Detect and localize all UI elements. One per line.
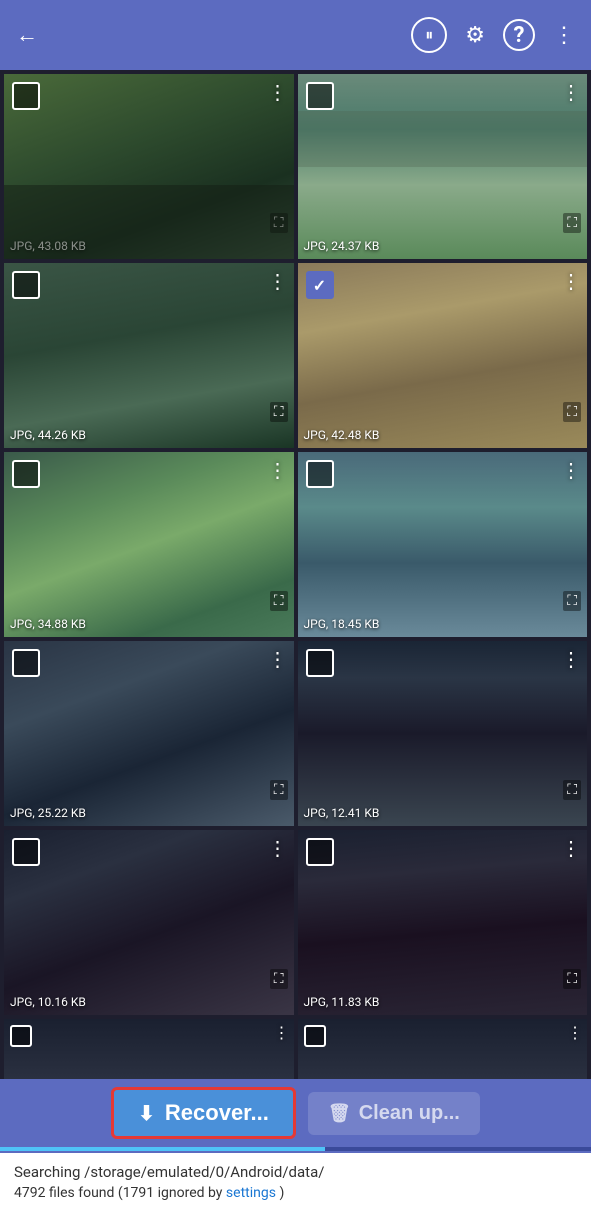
photo-cell-10: ⋮ ⛶ JPG, 11.83 KB: [298, 830, 588, 1015]
partial-cell-left: ⋮: [4, 1019, 294, 1079]
recover-icon: ⬇: [138, 1101, 155, 1126]
more-btn-1[interactable]: ⋮: [268, 80, 288, 104]
photo-cell-7: ⋮ ⛶ JPG, 25.22 KB: [4, 641, 294, 826]
more-btn-10[interactable]: ⋮: [561, 836, 581, 860]
more-btn-4[interactable]: ⋮: [561, 269, 581, 293]
expand-btn-1[interactable]: ⛶: [270, 213, 288, 233]
file-info-8: JPG, 12.41 KB: [304, 806, 380, 820]
photo-cell-9: ⋮ ⛶ JPG, 10.16 KB: [4, 830, 294, 1015]
more-btn-3[interactable]: ⋮: [268, 269, 288, 293]
checkbox-10[interactable]: [306, 838, 334, 866]
settings-button[interactable]: ⚙: [465, 23, 485, 48]
files-found-text: 4792 files found (1791 ignored by: [14, 1185, 222, 1201]
more-btn-partial-left[interactable]: ⋮: [274, 1023, 290, 1042]
pause-button[interactable]: ⏸: [411, 17, 447, 53]
progress-bar: [0, 1147, 591, 1151]
more-btn-9[interactable]: ⋮: [268, 836, 288, 860]
action-bar: ⬇ Recover... 🗑 Clean up...: [0, 1079, 591, 1147]
status-search-path: Searching /storage/emulated/0/Android/da…: [14, 1163, 577, 1181]
recover-button[interactable]: ⬇ Recover...: [111, 1087, 296, 1139]
checkbox-4[interactable]: [306, 271, 334, 299]
file-info-10: JPG, 11.83 KB: [304, 995, 380, 1009]
expand-btn-7[interactable]: ⛶: [270, 780, 288, 800]
photo-cell-6: ⋮ ⛶ JPG, 18.45 KB: [298, 452, 588, 637]
file-info-4: JPG, 42.48 KB: [304, 428, 380, 442]
expand-btn-9[interactable]: ⛶: [270, 969, 288, 989]
checkbox-partial-left[interactable]: [10, 1025, 32, 1047]
expand-btn-4[interactable]: ⛶: [563, 402, 581, 422]
expand-btn-3[interactable]: ⛶: [270, 402, 288, 422]
more-btn-8[interactable]: ⋮: [561, 647, 581, 671]
checkbox-partial-right[interactable]: [304, 1025, 326, 1047]
checkbox-7[interactable]: [12, 649, 40, 677]
expand-btn-8[interactable]: ⛶: [563, 780, 581, 800]
partial-cell-right: ⋮: [298, 1019, 588, 1079]
checkbox-3[interactable]: [12, 271, 40, 299]
more-btn-6[interactable]: ⋮: [561, 458, 581, 482]
expand-btn-10[interactable]: ⛶: [563, 969, 581, 989]
status-files-found: 4792 files found (1791 ignored by settin…: [14, 1185, 577, 1201]
files-suffix: ): [279, 1185, 284, 1201]
file-info-7: JPG, 25.22 KB: [10, 806, 86, 820]
more-btn-partial-right[interactable]: ⋮: [567, 1023, 583, 1042]
file-info-6: JPG, 18.45 KB: [304, 617, 380, 631]
checkbox-6[interactable]: [306, 460, 334, 488]
photo-grid: ⋮ ⛶ JPG, 43.08 KB ⋮ ⛶ JPG, 24.37 KB ⋮ ⛶ …: [0, 70, 591, 1019]
more-options-button[interactable]: ⋮: [553, 23, 575, 48]
status-bar: Searching /storage/emulated/0/Android/da…: [0, 1153, 591, 1209]
expand-btn-6[interactable]: ⛶: [563, 591, 581, 611]
photo-cell-8: ⋮ ⛶ JPG, 12.41 KB: [298, 641, 588, 826]
help-button[interactable]: ?: [503, 19, 535, 51]
photo-cell-1: ⋮ ⛶ JPG, 43.08 KB: [4, 74, 294, 259]
progress-fill: [0, 1147, 325, 1151]
file-info-1: JPG, 43.08 KB: [10, 239, 86, 253]
more-btn-5[interactable]: ⋮: [268, 458, 288, 482]
photo-cell-4: ⋮ ⛶ JPG, 42.48 KB: [298, 263, 588, 448]
partial-row: ⋮ ⋮: [0, 1019, 591, 1079]
cleanup-icon: 🗑: [328, 1103, 351, 1124]
more-btn-7[interactable]: ⋮: [268, 647, 288, 671]
expand-btn-5[interactable]: ⛶: [270, 591, 288, 611]
checkbox-5[interactable]: [12, 460, 40, 488]
photo-cell-5: ⋮ ⛶ JPG, 34.88 KB: [4, 452, 294, 637]
checkbox-2[interactable]: [306, 82, 334, 110]
settings-link[interactable]: settings: [226, 1185, 276, 1201]
photo-cell-2: ⋮ ⛶ JPG, 24.37 KB: [298, 74, 588, 259]
cleanup-label: Clean up...: [359, 1102, 460, 1125]
checkbox-9[interactable]: [12, 838, 40, 866]
photo-cell-3: ⋮ ⛶ JPG, 44.26 KB: [4, 263, 294, 448]
more-btn-2[interactable]: ⋮: [561, 80, 581, 104]
file-info-2: JPG, 24.37 KB: [304, 239, 380, 253]
cleanup-button[interactable]: 🗑 Clean up...: [308, 1092, 480, 1135]
back-button[interactable]: ←: [16, 23, 38, 48]
checkbox-1[interactable]: [12, 82, 40, 110]
file-info-5: JPG, 34.88 KB: [10, 617, 86, 631]
checkbox-8[interactable]: [306, 649, 334, 677]
expand-btn-2[interactable]: ⛶: [563, 213, 581, 233]
recover-label: Recover...: [165, 1100, 269, 1126]
toolbar: ← ⏸ ⚙ ? ⋮: [0, 0, 591, 70]
file-info-3: JPG, 44.26 KB: [10, 428, 86, 442]
file-info-9: JPG, 10.16 KB: [10, 995, 86, 1009]
